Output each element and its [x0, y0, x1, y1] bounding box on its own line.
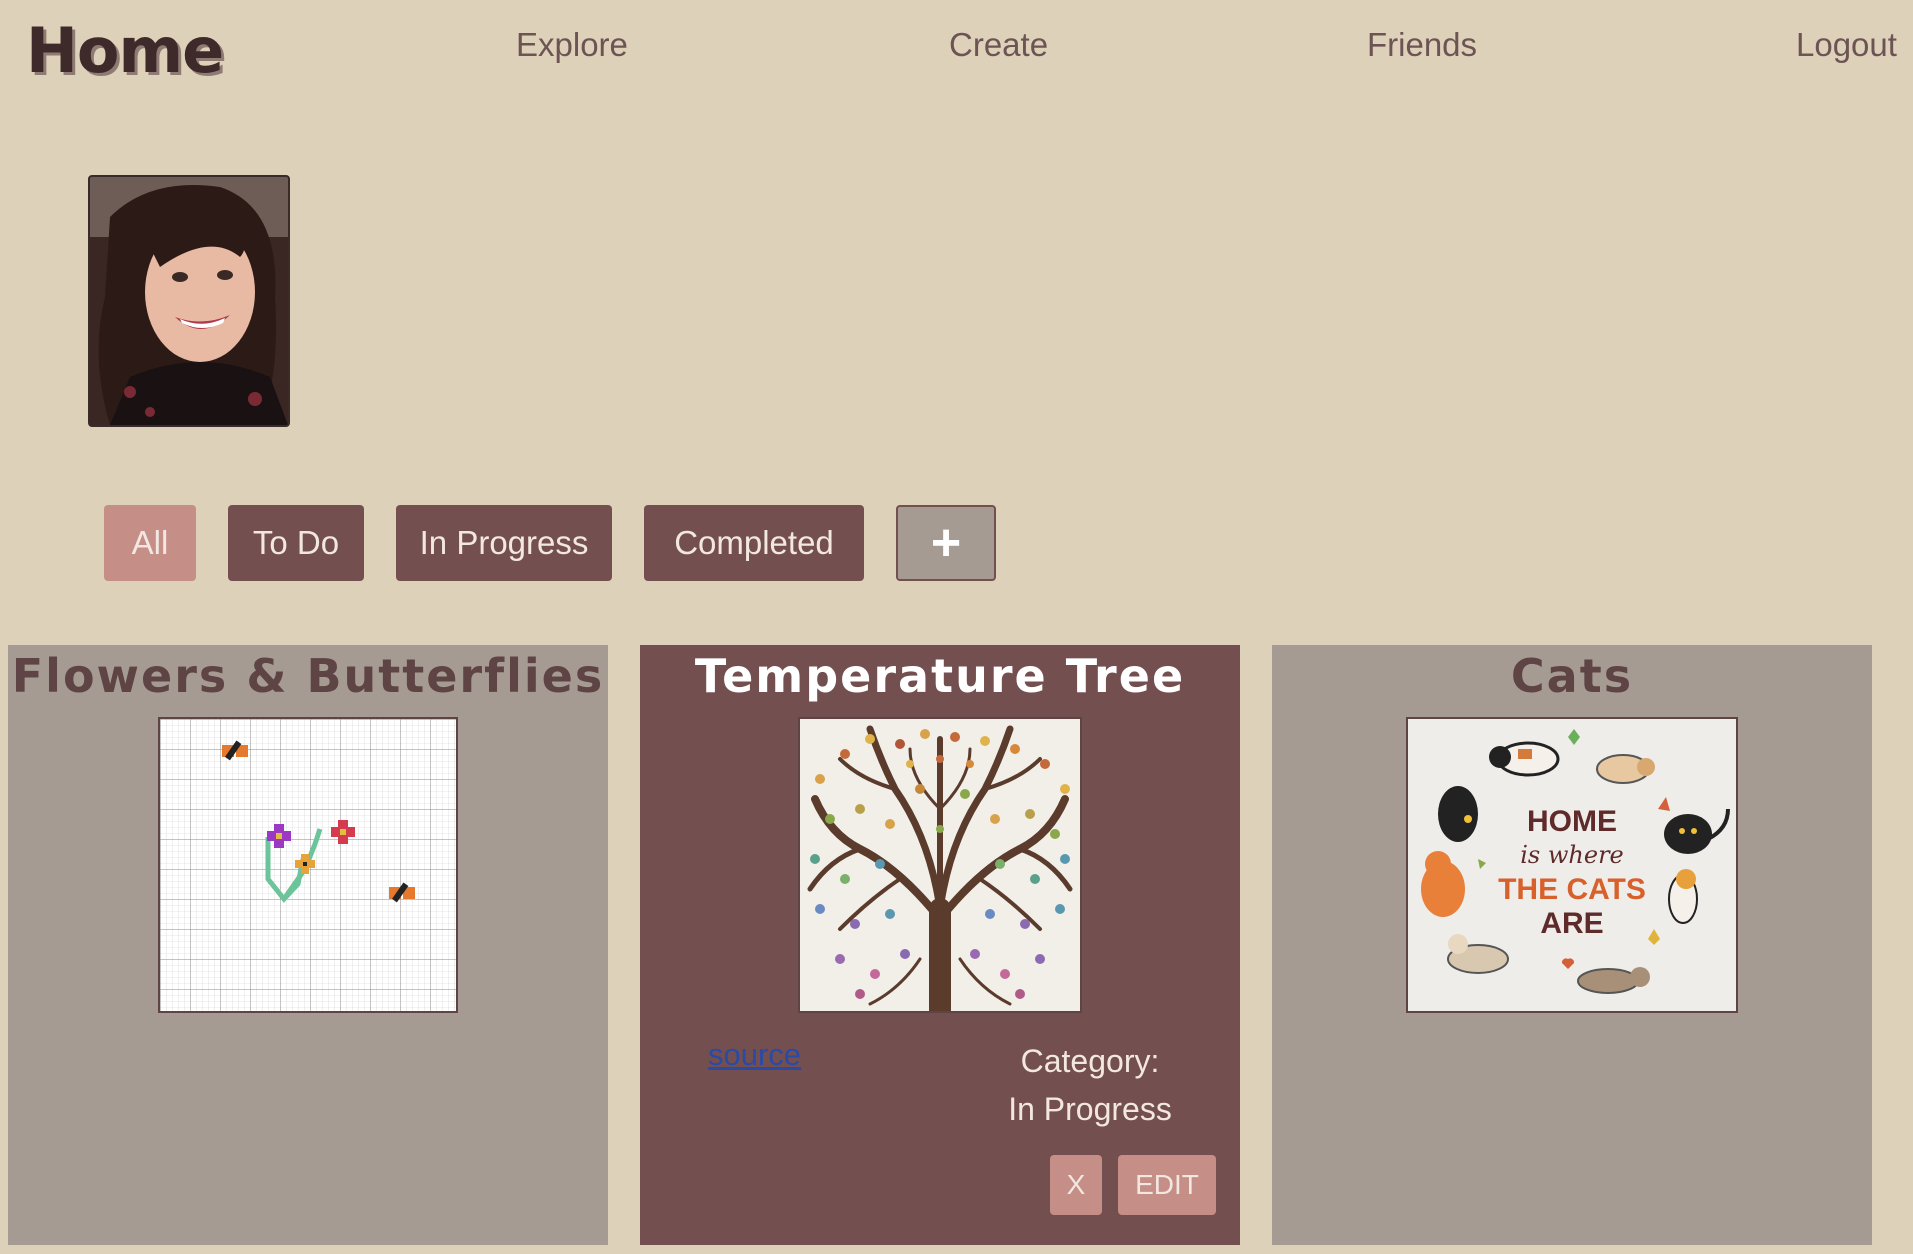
cats-pattern-image: HOME is where THE CATS ARE	[1408, 719, 1736, 1011]
category-value: In Progress	[1008, 1091, 1172, 1127]
tree-pattern-image	[800, 719, 1080, 1011]
filter-in-progress-button[interactable]: In Progress	[396, 505, 612, 581]
filter-all-button[interactable]: All	[104, 505, 196, 581]
home-logo[interactable]: Home	[26, 14, 224, 87]
pattern-thumbnail[interactable]	[158, 717, 458, 1013]
project-card-temperature-tree[interactable]: Temperature Tree source Category: In Pro…	[640, 645, 1240, 1245]
art-text-the-cats: THE CATS	[1498, 873, 1646, 906]
nav-logout[interactable]: Logout	[1796, 26, 1897, 64]
nav-friends[interactable]: Friends	[1367, 26, 1477, 64]
pattern-thumbnail[interactable]	[798, 717, 1082, 1013]
top-nav: Home Explore Create Friends Logout	[0, 0, 1913, 100]
source-link[interactable]: source	[708, 1037, 801, 1073]
art-text-is-where: is where	[1520, 841, 1624, 869]
pattern-grid-image	[160, 719, 456, 1011]
add-project-button[interactable]: +	[896, 505, 996, 581]
art-text-are: ARE	[1540, 907, 1603, 940]
card-title: Temperature Tree	[694, 649, 1186, 703]
profile-avatar[interactable]	[88, 175, 290, 427]
project-card-flowers[interactable]: Flowers & Butterflies	[8, 645, 608, 1245]
category-label: Category:	[1020, 1043, 1160, 1079]
edit-button[interactable]: EDIT	[1118, 1155, 1216, 1215]
category-info: Category: In Progress	[950, 1037, 1230, 1133]
filter-todo-button[interactable]: To Do	[228, 505, 364, 581]
nav-explore[interactable]: Explore	[516, 26, 628, 64]
art-text-home: HOME	[1527, 805, 1617, 838]
nav-create[interactable]: Create	[949, 26, 1048, 64]
filter-completed-button[interactable]: Completed	[644, 505, 864, 581]
pattern-thumbnail[interactable]: HOME is where THE CATS ARE	[1406, 717, 1738, 1013]
delete-button[interactable]: X	[1050, 1155, 1102, 1215]
card-title: Cats	[1510, 649, 1634, 703]
project-card-cats[interactable]: Cats HOME is where THE CATS ARE	[1272, 645, 1872, 1245]
avatar-photo	[90, 177, 288, 425]
card-title: Flowers & Butterflies	[11, 649, 605, 703]
